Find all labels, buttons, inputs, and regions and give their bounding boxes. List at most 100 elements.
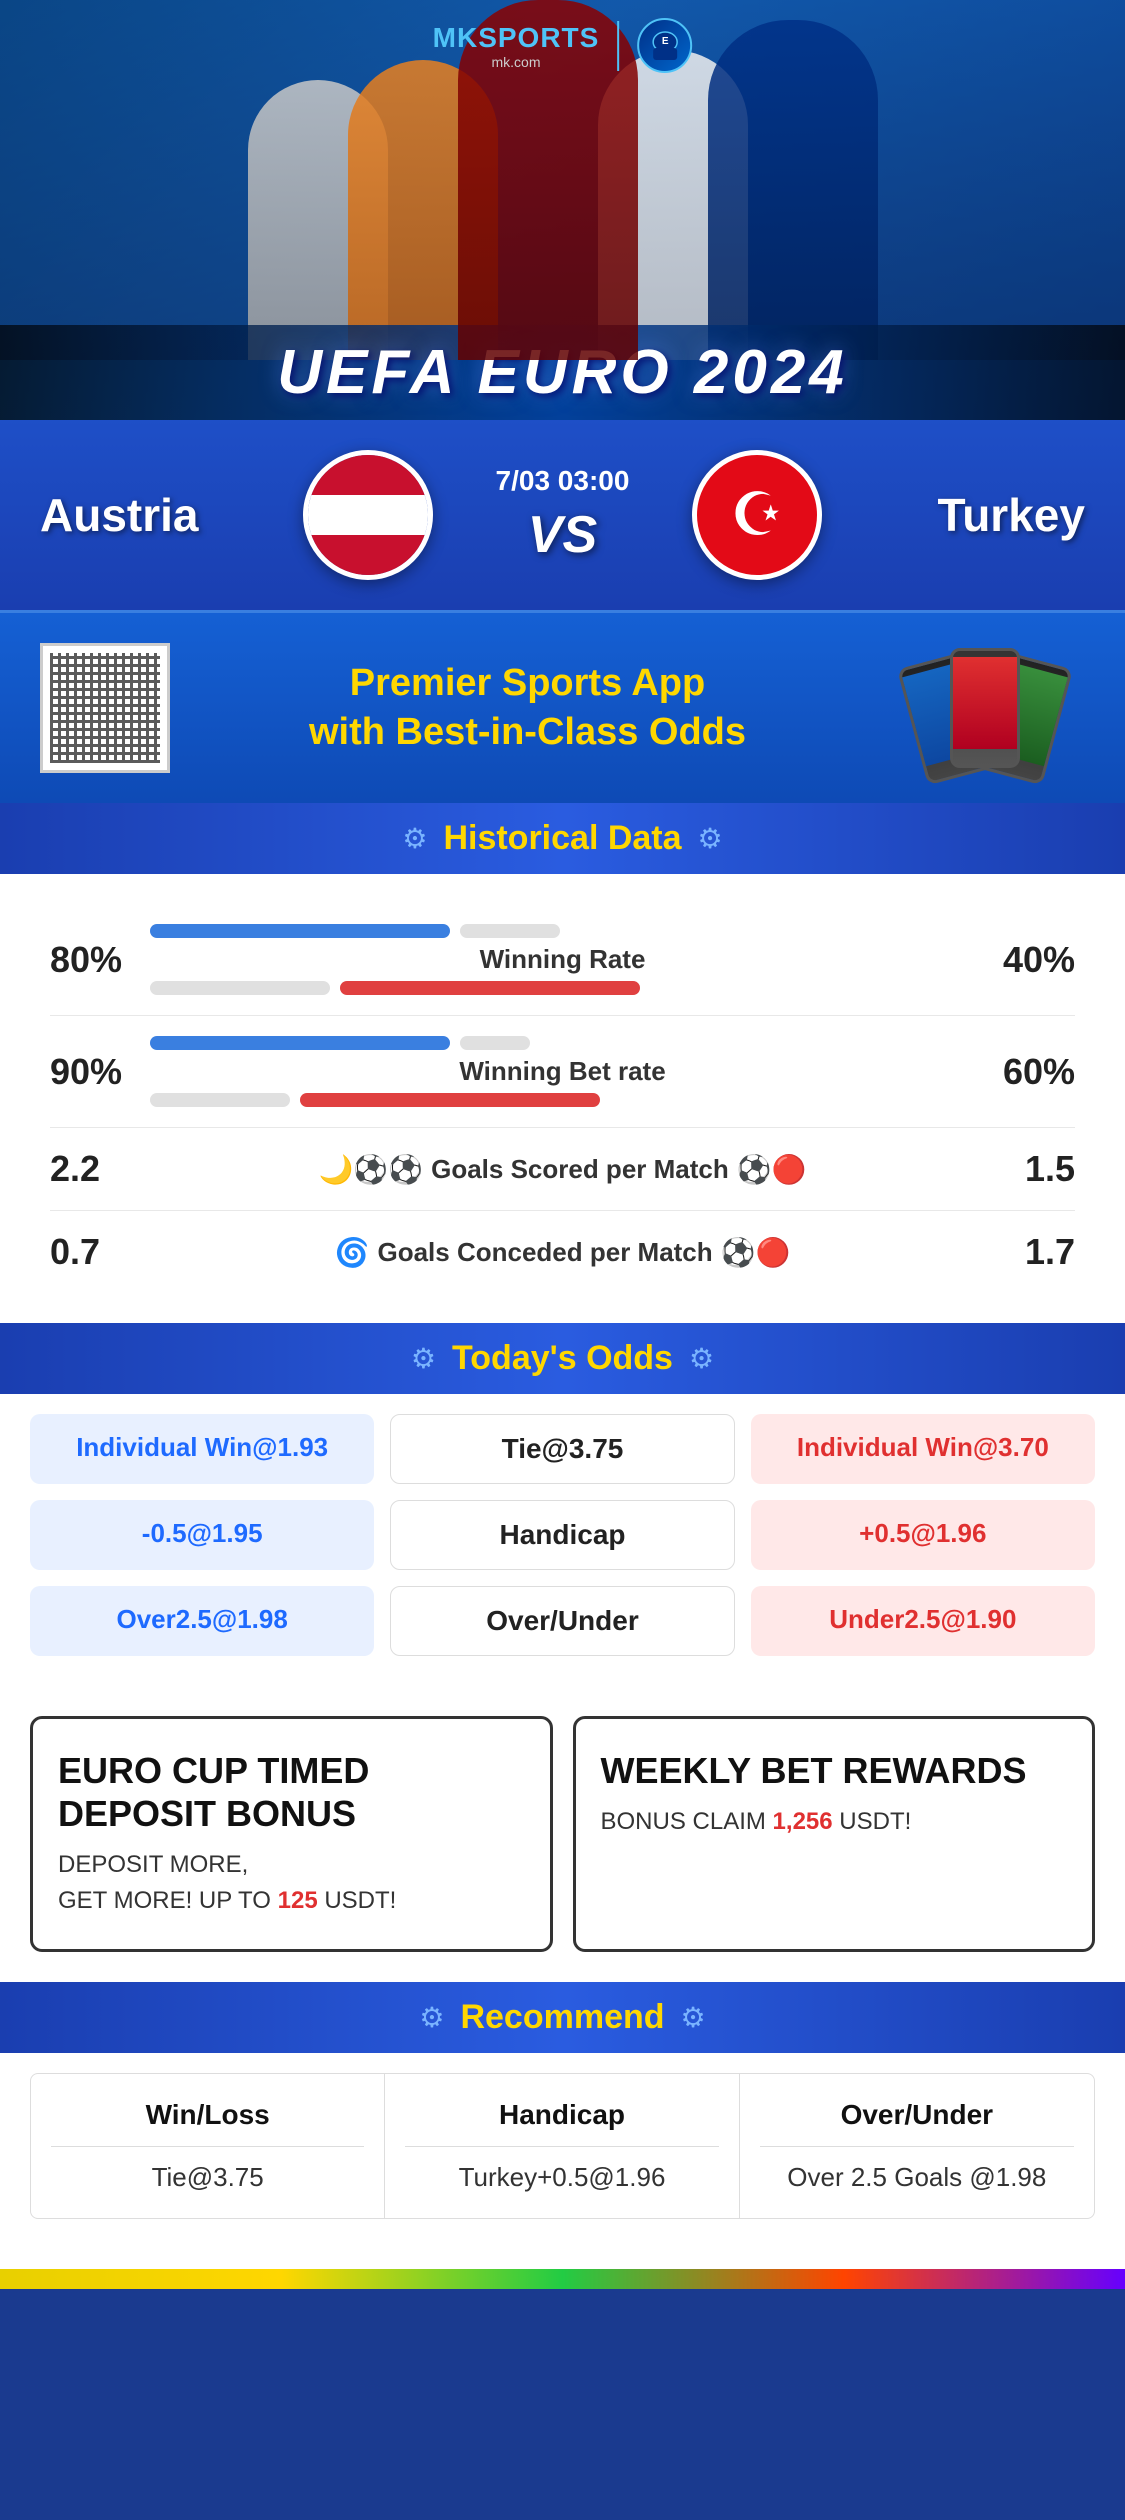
recommend-section: Win/Loss Tie@3.75 Handicap Turkey+0.5@1.… <box>0 2053 1125 2269</box>
domain-text: mk.com <box>433 54 600 70</box>
turkey-winning-bet: 60% <box>975 1051 1075 1093</box>
team-left-name: Austria <box>40 488 240 542</box>
divider-line <box>617 21 619 71</box>
vs-text: VS <box>528 505 597 565</box>
svg-text:E: E <box>662 36 669 47</box>
turkey-bet-bg <box>150 1093 290 1107</box>
match-section: Austria 7/03 03:00 VS ☪ Turkey <box>0 420 1125 610</box>
goals-scored-row: 2.2 🌙⚽⚽ Goals Scored per Match ⚽🔴 1.5 <box>50 1128 1075 1211</box>
winning-bet-bars: Winning Bet rate <box>150 1036 975 1107</box>
club-badge-icon: E <box>637 18 692 73</box>
deposit-bonus-card[interactable]: EURO CUP TIMED DEPOSIT BONUS DEPOSIT MOR… <box>30 1716 553 1952</box>
recommend-grid: Win/Loss Tie@3.75 Handicap Turkey+0.5@1.… <box>30 2073 1095 2219</box>
phone-mockups <box>885 638 1085 778</box>
rec-ou-value: Over 2.5 Goals @1.98 <box>760 2162 1074 2193</box>
rec-handicap-header: Handicap <box>405 2099 718 2147</box>
austria-bet-bar <box>150 1036 450 1050</box>
rec-ou-header: Over/Under <box>760 2099 1074 2147</box>
promo-text: Premier Sports App with Best-in-Class Od… <box>200 659 855 758</box>
promo-line2: with Best-in-Class Odds <box>309 711 746 753</box>
rec-handicap-col: Handicap Turkey+0.5@1.96 <box>385 2074 739 2218</box>
promo-section: Premier Sports App with Best-in-Class Od… <box>0 610 1125 803</box>
sports-text: SPORTS <box>478 22 599 53</box>
odds-icon-left: ⚙ <box>411 1342 436 1375</box>
left-ball-icons: 🌙⚽⚽ <box>319 1153 424 1186</box>
turkey-goals-conceded: 1.7 <box>975 1231 1075 1273</box>
odds-right-ou[interactable]: Under2.5@1.90 <box>751 1586 1095 1656</box>
historical-divider: ⚙ Historical Data ⚙ <box>0 803 1125 874</box>
turkey-rate-bar-row <box>150 981 975 995</box>
odds-left-win[interactable]: Individual Win@1.93 <box>30 1414 374 1484</box>
divider-icon-right: ⚙ <box>698 822 723 855</box>
deposit-desc-line2: GET MORE! UP TO <box>58 1887 271 1914</box>
winning-rate-row: 80% Winning Rate 40% <box>50 904 1075 1016</box>
winning-rate-label: Winning Rate <box>480 944 646 975</box>
turkey-goals-scored: 1.5 <box>975 1148 1075 1190</box>
bottom-color-bar <box>0 2269 1125 2289</box>
deposit-bonus-title: EURO CUP TIMED DEPOSIT BONUS <box>58 1749 525 1835</box>
mk-text: MK <box>433 22 479 53</box>
rec-ou-col: Over/Under Over 2.5 Goals @1.98 <box>740 2074 1094 2218</box>
bonus-section: EURO CUP TIMED DEPOSIT BONUS DEPOSIT MOR… <box>0 1686 1125 1982</box>
winning-rate-bar-row <box>150 924 975 938</box>
odds-left-handicap[interactable]: -0.5@1.95 <box>30 1500 374 1570</box>
header-banner: MKSPORTS mk.com E UEFA EURO 2024 <box>0 0 1125 420</box>
winning-bet-bar-row-left <box>150 1036 975 1050</box>
phone-screen-2 <box>953 657 1017 748</box>
odds-right-handicap[interactable]: +0.5@1.96 <box>751 1500 1095 1570</box>
weekly-rewards-desc: BONUS CLAIM 1,256 USDT! <box>601 1804 1068 1840</box>
player-5 <box>708 20 878 360</box>
odds-left-ou[interactable]: Over2.5@1.98 <box>30 1586 374 1656</box>
odds-center-tie[interactable]: Tie@3.75 <box>390 1414 734 1484</box>
austria-rate-bg <box>460 924 560 938</box>
turkey-winning-rate: 40% <box>975 939 1075 981</box>
goals-scored-icons: 🌙⚽⚽ Goals Scored per Match ⚽🔴 <box>150 1153 975 1186</box>
odds-divider: ⚙ Today's Odds ⚙ <box>0 1323 1125 1394</box>
right-ball-icons: ⚽🔴 <box>737 1153 807 1186</box>
odds-center-handicap: Handicap <box>390 1500 734 1570</box>
austria-winning-bet: 90% <box>50 1051 150 1093</box>
historical-title: Historical Data <box>443 819 681 858</box>
winning-bet-row: 90% Winning Bet rate 60% <box>50 1016 1075 1128</box>
turkey-flag: ☪ <box>692 450 822 580</box>
phone-mock-2 <box>950 648 1020 768</box>
weekly-currency: USDT! <box>839 1808 911 1835</box>
deposit-currency: USDT! <box>324 1887 396 1914</box>
odds-center-ou: Over/Under <box>390 1586 734 1656</box>
deposit-bonus-desc: DEPOSIT MORE, GET MORE! UP TO 125 USDT! <box>58 1847 525 1919</box>
crescent-star-icon: ☪ <box>730 485 784 545</box>
odds-section: Individual Win@1.93 Tie@3.75 Individual … <box>0 1394 1125 1686</box>
austria-goals-conceded: 0.7 <box>50 1231 150 1273</box>
odds-grid: Individual Win@1.93 Tie@3.75 Individual … <box>30 1414 1095 1656</box>
austria-flag-stripe-top <box>308 455 428 495</box>
goals-conceded-label: Goals Conceded per Match <box>377 1237 712 1268</box>
promo-line1: Premier Sports App <box>350 662 705 704</box>
rec-handicap-value: Turkey+0.5@1.96 <box>405 2162 718 2193</box>
mksports-wordmark: MKSPORTS mk.com <box>433 22 600 70</box>
recommend-title: Recommend <box>460 1998 664 2037</box>
austria-winning-rate: 80% <box>50 939 150 981</box>
austria-bet-bg <box>460 1036 530 1050</box>
team-right-name: Turkey <box>885 488 1085 542</box>
goals-conceded-icons: 🌀 Goals Conceded per Match ⚽🔴 <box>150 1236 975 1269</box>
austria-flag-stripe-middle <box>308 495 428 535</box>
recommend-divider: ⚙ Recommend ⚙ <box>0 1982 1125 2053</box>
goals-scored-label: Goals Scored per Match <box>431 1154 729 1185</box>
rec-winloss-header: Win/Loss <box>51 2099 364 2147</box>
odds-title: Today's Odds <box>452 1339 673 1378</box>
promo-title: Premier Sports App with Best-in-Class Od… <box>200 659 855 758</box>
vs-container: 7/03 03:00 VS <box>496 465 630 565</box>
qr-code-pattern <box>50 653 160 763</box>
austria-flag-stripe-bottom <box>308 535 428 575</box>
left-concede-icon: 🌀 <box>335 1236 370 1269</box>
austria-rate-bar <box>150 924 450 938</box>
rec-winloss-value: Tie@3.75 <box>51 2162 364 2193</box>
qr-code <box>40 643 170 773</box>
divider-icon-left: ⚙ <box>402 822 427 855</box>
recommend-icon-right: ⚙ <box>681 2001 706 2034</box>
austria-goals-scored: 2.2 <box>50 1148 150 1190</box>
match-datetime: 7/03 03:00 <box>496 465 630 497</box>
weekly-rewards-card[interactable]: WEEKLY BET REWARDS BONUS CLAIM 1,256 USD… <box>573 1716 1096 1952</box>
turkey-rate-bar <box>340 981 640 995</box>
odds-right-win[interactable]: Individual Win@3.70 <box>751 1414 1095 1484</box>
